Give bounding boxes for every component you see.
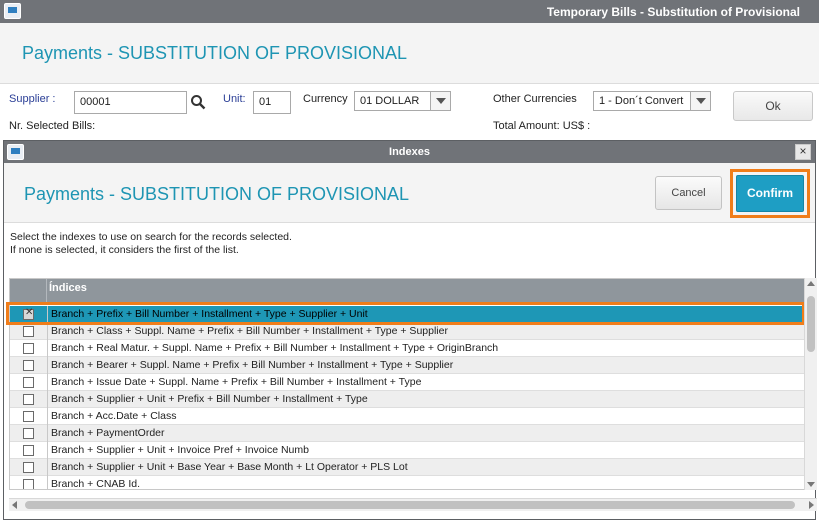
- row-label: Branch + Issue Date + Suppl. Name + Pref…: [51, 376, 422, 388]
- vertical-scrollbar[interactable]: [804, 278, 817, 490]
- confirm-button[interactable]: Confirm: [736, 175, 804, 212]
- row-checkbox[interactable]: [23, 479, 34, 489]
- selected-bills-label: Nr. Selected Bills:: [9, 120, 96, 132]
- row-checkbox[interactable]: [23, 445, 34, 456]
- row-checkbox[interactable]: [23, 307, 34, 320]
- row-label: Branch + Acc.Date + Class: [51, 410, 177, 422]
- row-label: Branch + Supplier + Unit + Prefix + Bill…: [51, 393, 368, 405]
- column-divider: [47, 323, 48, 340]
- column-divider: [47, 459, 48, 476]
- chevron-down-icon[interactable]: [690, 92, 710, 110]
- scroll-thumb[interactable]: [25, 501, 795, 509]
- ok-button[interactable]: Ok: [733, 91, 813, 121]
- currency-select[interactable]: 01 DOLLAR: [354, 91, 451, 111]
- unit-input[interactable]: 01: [253, 91, 291, 114]
- column-divider: [47, 442, 48, 459]
- row-checkbox[interactable]: [23, 428, 34, 439]
- currency-value: 01 DOLLAR: [360, 95, 420, 107]
- grid-header: Índices: [10, 279, 804, 304]
- table-row[interactable]: Branch + Supplier + Unit + Prefix + Bill…: [10, 391, 804, 408]
- instructions: Select the indexes to use on search for …: [10, 231, 292, 257]
- scroll-up-icon[interactable]: [807, 281, 815, 286]
- row-checkbox[interactable]: [23, 326, 34, 337]
- row-checkbox[interactable]: [23, 343, 34, 354]
- dialog-header: Payments - SUBSTITUTION OF PROVISIONAL C…: [4, 163, 815, 223]
- cancel-button[interactable]: Cancel: [655, 176, 722, 210]
- column-divider: [47, 391, 48, 408]
- close-icon[interactable]: ×: [795, 144, 811, 160]
- table-row[interactable]: Branch + Supplier + Unit + Invoice Pref …: [10, 442, 804, 459]
- currency-label: Currency: [303, 93, 348, 105]
- column-divider: [47, 425, 48, 442]
- indices-column-header[interactable]: Índices: [49, 282, 87, 294]
- other-currencies-label: Other Currencies: [493, 93, 577, 105]
- table-row[interactable]: Branch + Real Matur. + Suppl. Name + Pre…: [10, 340, 804, 357]
- column-divider: [47, 357, 48, 374]
- row-label: Branch + Supplier + Unit + Invoice Pref …: [51, 444, 309, 456]
- payment-form: Supplier : 00001 Unit: 01 Currency 01 DO…: [3, 84, 819, 136]
- column-divider: [47, 374, 48, 391]
- indexes-dialog: Indexes × Payments - SUBSTITUTION OF PRO…: [3, 140, 817, 520]
- row-checkbox[interactable]: [23, 377, 34, 388]
- row-checkbox[interactable]: [23, 411, 34, 422]
- table-row[interactable]: Branch + Supplier + Unit + Base Year + B…: [10, 459, 804, 476]
- horizontal-scrollbar[interactable]: [9, 498, 817, 511]
- table-row[interactable]: Branch + Bearer + Suppl. Name + Prefix +…: [10, 357, 804, 374]
- window-title: Temporary Bills - Substitution of Provis…: [546, 5, 800, 19]
- table-row[interactable]: Branch + Class + Suppl. Name + Prefix + …: [10, 323, 804, 340]
- supplier-input[interactable]: 00001: [74, 91, 187, 114]
- confirm-highlight: Confirm: [730, 169, 810, 218]
- scroll-thumb[interactable]: [807, 296, 815, 352]
- row-checkbox[interactable]: [23, 462, 34, 473]
- indexes-grid: Índices Branch + Prefix + Bill Number + …: [9, 278, 805, 490]
- scroll-down-icon[interactable]: [807, 482, 815, 487]
- column-divider: [47, 408, 48, 425]
- column-divider: [47, 476, 48, 489]
- row-checkbox[interactable]: [23, 360, 34, 371]
- table-row[interactable]: Branch + CNAB Id.: [10, 476, 804, 490]
- instruction-line-2: If none is selected, it considers the fi…: [10, 244, 239, 256]
- checkbox-column-header: [10, 279, 47, 304]
- dialog-titlebar: Indexes ×: [4, 141, 815, 163]
- dialog-heading: Payments - SUBSTITUTION OF PROVISIONAL: [24, 184, 410, 204]
- row-label: Branch + Bearer + Suppl. Name + Prefix +…: [51, 359, 454, 371]
- instruction-line-1: Select the indexes to use on search for …: [10, 231, 292, 243]
- app-icon: [4, 3, 21, 19]
- other-currencies-select[interactable]: 1 - Don´t Convert: [593, 91, 711, 111]
- scroll-left-icon[interactable]: [12, 501, 17, 509]
- dialog-title: Indexes: [389, 146, 430, 158]
- column-divider: [47, 306, 48, 323]
- other-currencies-value: 1 - Don´t Convert: [599, 95, 684, 107]
- table-row[interactable]: Branch + PaymentOrder: [10, 425, 804, 442]
- table-row[interactable]: Branch + Prefix + Bill Number + Installm…: [10, 306, 804, 323]
- total-amount-label: Total Amount: US$ :: [493, 120, 591, 132]
- window-titlebar: Temporary Bills - Substitution of Provis…: [0, 0, 819, 23]
- table-row[interactable]: Branch + Issue Date + Suppl. Name + Pref…: [10, 374, 804, 391]
- row-label: Branch + PaymentOrder: [51, 427, 165, 439]
- page-header: Payments - SUBSTITUTION OF PROVISIONAL: [0, 23, 819, 84]
- row-label: Branch + Supplier + Unit + Base Year + B…: [51, 461, 408, 473]
- row-checkbox[interactable]: [23, 394, 34, 405]
- row-label: Branch + CNAB Id.: [51, 478, 140, 490]
- search-icon[interactable]: [190, 94, 206, 110]
- row-label: Branch + Class + Suppl. Name + Prefix + …: [51, 325, 448, 337]
- supplier-label: Supplier :: [9, 93, 56, 105]
- row-label: Branch + Real Matur. + Suppl. Name + Pre…: [51, 342, 499, 354]
- scroll-right-icon[interactable]: [809, 501, 814, 509]
- page-title: Payments - SUBSTITUTION OF PROVISIONAL: [22, 43, 408, 63]
- chevron-down-icon[interactable]: [430, 92, 450, 110]
- table-row[interactable]: Branch + Acc.Date + Class: [10, 408, 804, 425]
- row-label: Branch + Prefix + Bill Number + Installm…: [51, 308, 368, 320]
- unit-label: Unit:: [223, 93, 246, 105]
- column-divider: [47, 340, 48, 357]
